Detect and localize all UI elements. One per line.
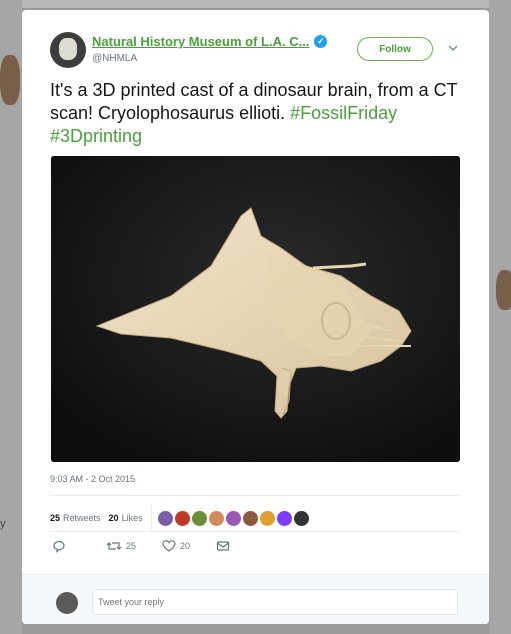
- reply-action[interactable]: [52, 539, 66, 553]
- background-fossil-image: [496, 270, 511, 310]
- liker-avatar[interactable]: [242, 510, 258, 526]
- tweet-actions: 25 20: [52, 539, 230, 553]
- divider: [50, 495, 460, 496]
- liker-avatar[interactable]: [191, 510, 207, 526]
- background-timeline-top: [0, 0, 511, 8]
- tweet-modal: Natural History Museum of L.A. C... ✓ @N…: [22, 10, 489, 624]
- chevron-down-icon[interactable]: [446, 41, 460, 55]
- likes-stat[interactable]: 20 Likes: [109, 513, 143, 523]
- likes-count: 20: [108, 513, 119, 523]
- divider: [50, 531, 460, 532]
- liker-avatar[interactable]: [174, 510, 190, 526]
- divider: [150, 506, 152, 530]
- retweets-count: 25: [50, 513, 61, 523]
- reply-input[interactable]: [92, 589, 458, 615]
- avatar: [56, 592, 78, 614]
- liker-avatar[interactable]: [208, 510, 224, 526]
- hashtag-link[interactable]: #FossilFriday: [290, 103, 397, 123]
- liker-avatar[interactable]: [293, 510, 309, 526]
- author-name-row: Natural History Museum of L.A. C... ✓: [92, 34, 328, 49]
- heart-icon: [162, 540, 176, 552]
- verified-icon: ✓: [314, 35, 328, 48]
- likes-label: Likes: [121, 513, 143, 523]
- tweet-stats: 25 Retweets 20 Likes: [50, 506, 309, 530]
- tweet-timestamp[interactable]: 9:03 AM - 2 Oct 2015: [50, 474, 135, 484]
- reply-composer: [22, 574, 489, 624]
- like-action[interactable]: 20: [162, 539, 190, 553]
- background-text: y: [0, 518, 6, 530]
- author-display-name[interactable]: Natural History Museum of L.A. C...: [92, 34, 309, 49]
- retweets-stat[interactable]: 25 Retweets: [50, 513, 101, 523]
- tweet-text: It's a 3D printed cast of a dinosaur bra…: [50, 79, 465, 148]
- retweet-action[interactable]: 25: [106, 539, 136, 553]
- follow-button[interactable]: Follow: [357, 37, 433, 61]
- reply-icon: [53, 540, 65, 553]
- liker-avatar[interactable]: [225, 510, 241, 526]
- liker-avatar[interactable]: [157, 510, 173, 526]
- like-count: 20: [180, 541, 191, 551]
- dinosaur-brain-cast-image: [51, 156, 460, 462]
- author-handle[interactable]: @NHMLA: [92, 53, 137, 64]
- dm-action[interactable]: [216, 539, 230, 553]
- retweets-label: Retweets: [63, 513, 101, 523]
- background-right-panel: [489, 0, 511, 634]
- retweet-count: 25: [126, 541, 137, 551]
- liker-avatar[interactable]: [276, 510, 292, 526]
- liker-avatar[interactable]: [259, 510, 275, 526]
- dm-icon: [216, 541, 230, 551]
- hashtag-link[interactable]: #3Dprinting: [50, 126, 142, 146]
- background-fossil-image: [0, 55, 20, 105]
- retweet-icon: [106, 542, 122, 550]
- avatar[interactable]: [50, 32, 86, 68]
- liker-avatars: [157, 510, 309, 526]
- tweet-media-image[interactable]: [51, 156, 460, 462]
